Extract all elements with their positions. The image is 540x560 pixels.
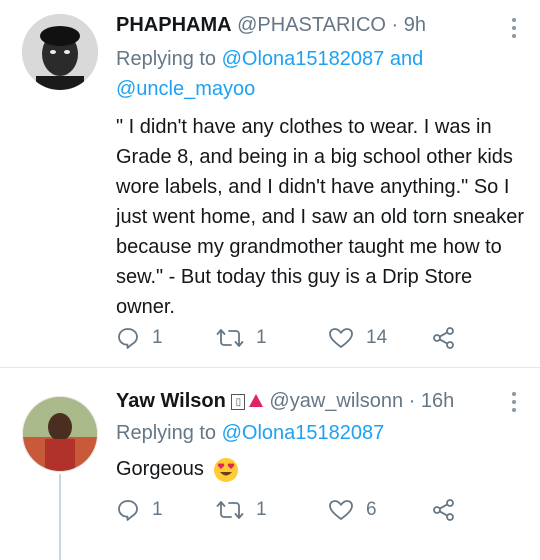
share-icon (433, 327, 454, 349)
tweet-text: " I didn't have any clothes to wear. I w… (116, 116, 525, 318)
tweet-actions: 1 1 14 (116, 326, 496, 354)
tweet-header: Yaw Wilson ▯ @yaw_wilsonn · 16h (116, 390, 454, 413)
retweet-count: 1 (256, 327, 267, 348)
name-badge: ▯ (231, 393, 246, 410)
user-handle[interactable]: @PHASTARICO (237, 14, 386, 36)
avatar-photo (23, 397, 97, 471)
separator-dot: · (408, 390, 416, 412)
replying-prefix: Replying to (116, 48, 217, 70)
timestamp[interactable]: 16h (421, 390, 454, 412)
tweet-text: Gorgeous (116, 454, 239, 484)
retweet-icon (216, 501, 244, 519)
reply-button[interactable]: 1 (116, 326, 163, 350)
retweet-icon (216, 329, 244, 347)
more-icon[interactable] (512, 392, 518, 416)
display-name[interactable]: Yaw Wilson (116, 390, 226, 412)
red-triangle-icon (249, 394, 264, 408)
like-icon (329, 328, 353, 348)
heart-eyes-emoji (214, 457, 239, 482)
like-button[interactable]: 6 (328, 498, 377, 522)
separator-dot: · (391, 14, 399, 36)
retweet-count: 1 (256, 499, 267, 520)
retweet-button[interactable]: 1 (216, 326, 267, 350)
reply-icon (118, 500, 138, 521)
tweet-header: PHAPHAMA @PHASTARICO · 9h (116, 14, 426, 37)
more-icon[interactable] (512, 18, 518, 42)
replying-prefix: Replying to (116, 422, 217, 444)
reply-count: 1 (152, 327, 163, 348)
replying-to: Replying to @Olona15182087 and @uncle_ma… (116, 44, 516, 104)
share-button[interactable] (432, 498, 456, 522)
like-count: 6 (366, 499, 377, 520)
tweet[interactable]: PHAPHAMA @PHASTARICO · 9h Replying to @O… (0, 0, 540, 368)
user-handle[interactable]: @yaw_wilsonn (269, 390, 403, 412)
share-button[interactable] (432, 326, 456, 350)
like-button[interactable]: 14 (328, 326, 387, 350)
share-icon (433, 499, 454, 521)
retweet-button[interactable]: 1 (216, 498, 267, 522)
mention-joiner: and (389, 48, 424, 70)
avatar-photo (22, 14, 98, 90)
mention-link[interactable]: @Olona15182087 (222, 422, 385, 444)
timestamp[interactable]: 9h (404, 14, 426, 36)
reply-button[interactable]: 1 (116, 498, 163, 522)
reply-icon (118, 328, 138, 349)
replying-to: Replying to @Olona15182087 (116, 418, 384, 448)
tweet-actions: 1 1 6 (116, 498, 496, 526)
like-icon (329, 500, 353, 520)
thread-line (59, 474, 61, 560)
reply-count: 1 (152, 499, 163, 520)
mention-link[interactable]: @uncle_mayoo (116, 78, 255, 100)
display-name[interactable]: PHAPHAMA (116, 14, 232, 36)
avatar[interactable] (22, 396, 98, 472)
avatar[interactable] (22, 14, 98, 90)
tweet-text-content: Gorgeous (116, 458, 204, 480)
mention-link[interactable]: @Olona15182087 (222, 48, 385, 70)
like-count: 14 (366, 327, 388, 348)
